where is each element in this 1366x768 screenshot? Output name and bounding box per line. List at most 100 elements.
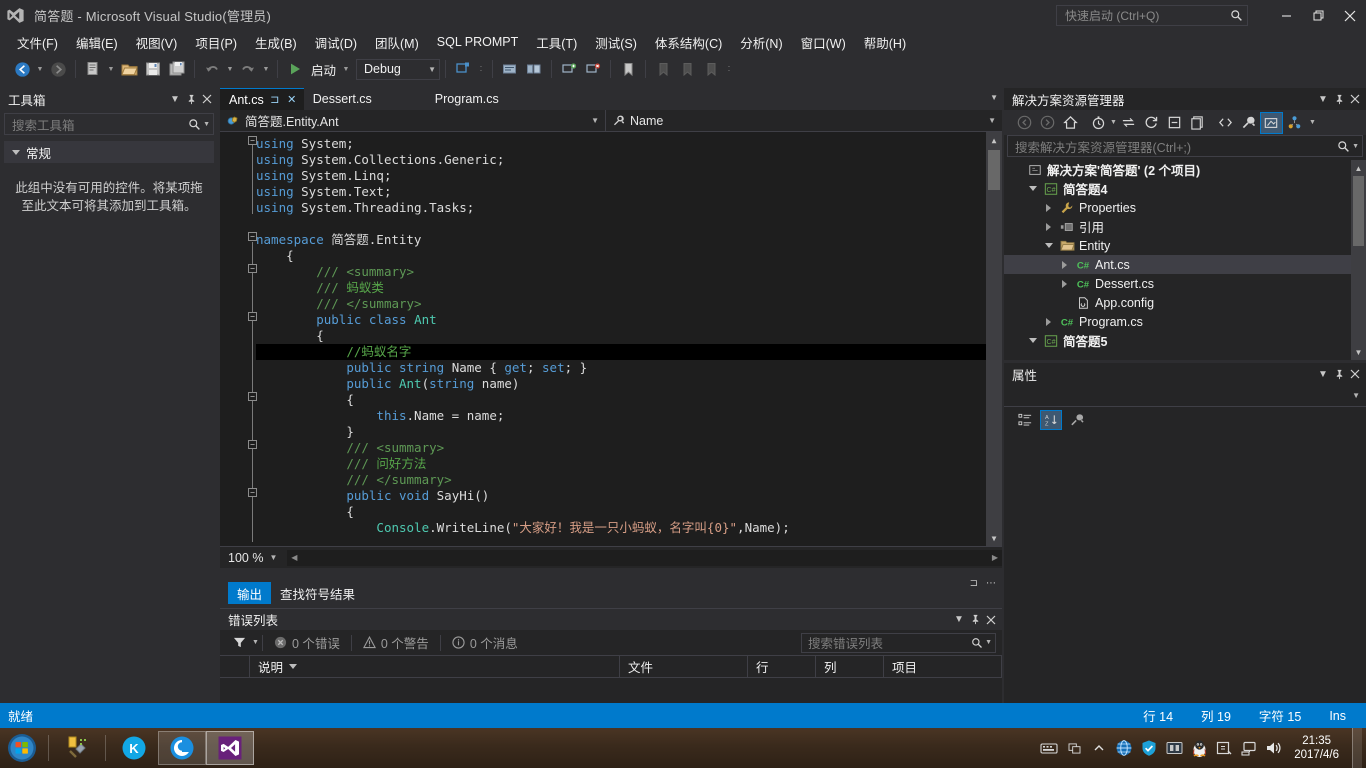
tree-item[interactable]: C# 简答题5 <box>1004 331 1366 350</box>
code-line[interactable]: } <box>256 424 986 440</box>
se-collapse-all-button[interactable] <box>1163 112 1186 134</box>
code-line[interactable]: Console.WriteLine("大家好！我是一只小蚂蚁，名字叫{0}",N… <box>256 520 986 536</box>
code-line[interactable]: using System; <box>256 136 986 152</box>
navigate-backward-dropdown-icon[interactable]: ▼ <box>34 57 46 81</box>
tray-qq-penguin-icon[interactable] <box>1188 736 1210 760</box>
tree-item-selected[interactable]: C# Ant.cs <box>1004 255 1366 274</box>
se-refresh-button[interactable] <box>1140 112 1163 134</box>
properties-object-combo[interactable]: ▼ <box>1004 385 1366 407</box>
tree-item[interactable]: C# Dessert.cs <box>1004 274 1366 293</box>
new-project-dropdown-icon[interactable]: ▼ <box>105 57 117 81</box>
column-file[interactable]: 文件 <box>620 655 748 678</box>
menu-team[interactable]: 团队(M) <box>366 31 428 54</box>
se-view-code-button[interactable] <box>1214 112 1237 134</box>
code-line[interactable]: using System.Linq; <box>256 168 986 184</box>
scrollbar-thumb[interactable] <box>1353 176 1364 246</box>
tree-item[interactable]: Entity <box>1004 236 1366 255</box>
editor-vertical-scrollbar[interactable]: ▲ ▼ <box>986 132 1002 546</box>
menu-tools[interactable]: 工具(T) <box>527 31 586 54</box>
solution-tree[interactable]: ▲ ▼ 解决方案'简答题' (2 个项目) C# 简答题4 Properties 引用 E… <box>1004 160 1366 360</box>
code-line[interactable]: namespace 简答题.Entity <box>256 232 986 248</box>
toolbox-group-general[interactable]: 常规 <box>4 141 214 163</box>
tray-display-icon[interactable] <box>1163 736 1185 760</box>
taskbar-browser-icon[interactable] <box>158 731 206 765</box>
save-all-button[interactable] <box>165 57 189 81</box>
increase-indent-button[interactable] <box>557 57 581 81</box>
uncomment-selection-button[interactable] <box>522 57 546 81</box>
panel-menu-icon[interactable]: ⋯ <box>986 578 996 589</box>
clear-bookmarks-button[interactable] <box>699 57 723 81</box>
editor-horizontal-scrollbar[interactable]: ◀ ▶ <box>287 549 1002 566</box>
tab-overflow-icon[interactable]: ▼ <box>990 93 998 102</box>
warning-count-toggle[interactable]: 0 个警告 <box>355 633 437 653</box>
filter-dropdown-icon[interactable]: ▼ <box>252 639 259 646</box>
scroll-right-icon[interactable]: ▶ <box>988 550 1002 566</box>
expander-right-icon[interactable] <box>1042 203 1055 212</box>
chevron-down-icon[interactable]: ▼ <box>985 639 992 646</box>
tree-item[interactable]: 解决方案'简答题' (2 个项目) <box>1004 160 1366 179</box>
se-forward-button[interactable] <box>1036 112 1059 134</box>
se-preview-selected-items-button[interactable] <box>1259 111 1283 134</box>
tab-ant-cs[interactable]: Ant.cs ⊐ ✕ <box>220 88 304 110</box>
code-line[interactable]: public class Ant <box>256 312 986 328</box>
code-line[interactable]: using System.Text; <box>256 184 986 200</box>
toggle-bookmark-button[interactable] <box>616 57 640 81</box>
tab-close-icon[interactable]: ✕ <box>286 93 298 106</box>
tray-security-shield-icon[interactable] <box>1138 736 1160 760</box>
toolbox-close-button[interactable] <box>199 90 215 108</box>
code-line-selected[interactable]: //蚂蚁名字 <box>256 344 986 360</box>
restore-button[interactable] <box>1302 0 1334 31</box>
save-button[interactable] <box>141 57 165 81</box>
solution-explorer-dropdown-button[interactable]: ▼ <box>1315 90 1331 108</box>
solution-platform-button[interactable] <box>451 57 475 81</box>
menu-build[interactable]: 生成(B) <box>246 31 306 54</box>
member-navigation-combo[interactable]: Name ▼ <box>606 110 1002 132</box>
taskbar-clock[interactable]: 21:35 2017/4/6 <box>1288 734 1349 762</box>
code-line[interactable]: /// 蚂蚁类 <box>256 280 986 296</box>
taskbar-pinned-tools-icon[interactable] <box>53 729 101 767</box>
properties-alphabetical-button[interactable]: AZ <box>1040 410 1062 430</box>
menu-file[interactable]: 文件(F) <box>8 31 67 54</box>
code-line[interactable]: public Ant(string name) <box>256 376 986 392</box>
scroll-down-icon[interactable]: ▼ <box>986 530 1002 546</box>
code-line[interactable]: public void SayHi() <box>256 488 986 504</box>
code-line[interactable]: this.Name = name; <box>256 408 986 424</box>
menu-edit[interactable]: 编辑(E) <box>67 31 127 54</box>
code-line[interactable]: /// </summary> <box>256 472 986 488</box>
expander-right-icon[interactable] <box>1042 317 1055 326</box>
tray-keyboard-icon[interactable] <box>1038 736 1060 760</box>
tray-network-monitor-icon[interactable] <box>1238 736 1260 760</box>
se-sync-with-active-document-button[interactable] <box>1117 112 1140 134</box>
tree-item[interactable]: C# 简答题4 <box>1004 179 1366 198</box>
menu-sql-prompt[interactable]: SQL PROMPT <box>428 33 528 51</box>
maximize-icon[interactable]: ⊐ <box>970 578 978 589</box>
code-text[interactable]: using System; using System.Collections.Ge… <box>256 136 986 536</box>
solution-configuration-combo[interactable]: Debug ▼ <box>356 58 441 80</box>
zoom-level-combo[interactable]: 100 % ▼ <box>228 551 277 565</box>
close-button[interactable] <box>1334 0 1366 31</box>
tray-app-icon[interactable] <box>1213 736 1235 760</box>
expander-down-icon[interactable] <box>1026 186 1039 191</box>
toolbox-search-input[interactable]: 搜索工具箱 ▼ <box>4 113 214 135</box>
solution-explorer-pin-button[interactable] <box>1331 90 1347 108</box>
new-project-button[interactable] <box>81 57 105 81</box>
previous-bookmark-button[interactable] <box>651 57 675 81</box>
code-line[interactable]: { <box>256 248 986 264</box>
code-line[interactable]: public string Name { get; set; } <box>256 360 986 376</box>
tray-input-method-icon[interactable] <box>1063 736 1085 760</box>
column-line[interactable]: 行 <box>748 655 816 678</box>
code-line[interactable]: /// <summary> <box>256 440 986 456</box>
undo-button[interactable] <box>200 57 224 81</box>
menu-window[interactable]: 窗口(W) <box>792 31 855 54</box>
menu-debug[interactable]: 调试(D) <box>306 31 366 54</box>
properties-close-button[interactable] <box>1347 365 1363 383</box>
expander-right-icon[interactable] <box>1042 222 1055 231</box>
scroll-down-icon[interactable]: ▼ <box>1351 344 1366 360</box>
menu-help[interactable]: 帮助(H) <box>855 31 915 54</box>
code-editor[interactable]: − − − − − − − using System; using System.… <box>220 132 1002 546</box>
tab-dessert-cs[interactable]: Dessert.cs <box>303 88 378 110</box>
code-line[interactable]: using System.Collections.Generic; <box>256 152 986 168</box>
se-overflow-icon[interactable]: ▼ <box>1309 119 1316 126</box>
error-count-toggle[interactable]: 0 个错误 <box>266 633 348 653</box>
se-properties-button[interactable] <box>1237 112 1260 134</box>
